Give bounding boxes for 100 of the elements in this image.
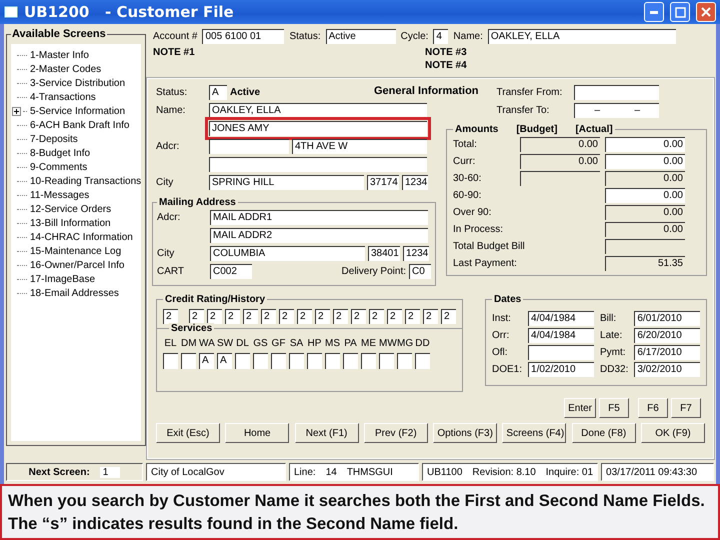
input-field[interactable]: [379, 353, 394, 369]
input-field[interactable]: 0.00: [605, 205, 685, 220]
input-field[interactable]: 2: [423, 309, 438, 324]
input-field[interactable]: A: [217, 353, 232, 369]
input-field[interactable]: 2: [351, 309, 366, 324]
input-field[interactable]: [235, 353, 250, 369]
input-field[interactable]: 6/17/2010: [634, 345, 700, 360]
action-button[interactable]: Home: [225, 423, 290, 443]
input-field[interactable]: [307, 353, 322, 369]
input-field[interactable]: 2: [387, 309, 402, 324]
input-field[interactable]: MAIL ADDR1: [210, 210, 428, 225]
input-field[interactable]: 0.00: [520, 137, 600, 152]
action-button[interactable]: Done (F8): [572, 423, 636, 443]
input-field[interactable]: OAKLEY, ELLA: [488, 28, 676, 44]
input-field[interactable]: 4/04/1984: [528, 311, 594, 326]
input-field[interactable]: 1234: [402, 175, 428, 190]
tree-item[interactable]: 11-Messages: [30, 190, 90, 200]
input-field[interactable]: [415, 353, 430, 369]
input-field[interactable]: COLUMBIA: [210, 246, 365, 261]
input-field[interactable]: 38401: [368, 246, 400, 261]
input-field[interactable]: [209, 139, 289, 154]
tree-item[interactable]: 1-Master Info: [30, 50, 89, 60]
input-field[interactable]: C0: [409, 264, 431, 279]
input-field[interactable]: [528, 345, 594, 360]
action-button[interactable]: Options (F3): [433, 423, 498, 443]
input-field[interactable]: [181, 353, 196, 369]
input-field[interactable]: [397, 353, 412, 369]
input-field[interactable]: A: [199, 353, 214, 369]
input-field[interactable]: 1/02/2010: [528, 362, 594, 377]
tree-item[interactable]: 15-Maintenance Log: [30, 246, 122, 256]
tree-item[interactable]: 10-Reading Transactions: [30, 176, 142, 186]
input-field[interactable]: [163, 353, 178, 369]
action-button[interactable]: OK (F9): [640, 423, 705, 443]
function-key[interactable]: F7: [671, 398, 701, 418]
input-field[interactable]: 2: [297, 309, 312, 324]
input-field[interactable]: 0.00: [605, 154, 685, 169]
input-field[interactable]: 2: [279, 309, 294, 324]
input-field[interactable]: A: [209, 85, 227, 100]
input-field[interactable]: 37174: [367, 175, 399, 190]
input-field[interactable]: 2: [369, 309, 384, 324]
action-button[interactable]: Prev (F2): [364, 423, 428, 443]
input-field[interactable]: 1234: [403, 246, 429, 261]
function-key[interactable]: F5: [599, 398, 629, 418]
input-field[interactable]: 2: [405, 309, 420, 324]
input-field[interactable]: [253, 353, 268, 369]
tree-item[interactable]: 3-Service Distribution: [30, 78, 126, 88]
maximize-button[interactable]: [670, 2, 690, 22]
tree-item[interactable]: 17-ImageBase: [30, 274, 96, 284]
input-field[interactable]: OAKLEY, ELLA: [209, 103, 427, 118]
input-field[interactable]: Active: [326, 28, 396, 44]
tree-item[interactable]: 8-Budget Info: [30, 148, 90, 158]
input-field[interactable]: 6/20/2010: [634, 328, 700, 343]
input-field[interactable]: 4TH AVE W: [292, 139, 427, 154]
input-field[interactable]: 2: [207, 309, 222, 324]
input-field[interactable]: [271, 353, 286, 369]
input-field[interactable]: 2: [261, 309, 276, 324]
input-field[interactable]: 2: [243, 309, 258, 324]
input-field[interactable]: [574, 85, 660, 100]
input-field[interactable]: [343, 353, 358, 369]
input-field[interactable]: 51.35: [605, 256, 685, 271]
tree-item[interactable]: 13-Bill Information: [30, 218, 111, 228]
input-field[interactable]: [209, 157, 427, 172]
tree-item[interactable]: 6-ACH Bank Draft Info: [30, 120, 130, 130]
input-field[interactable]: 2: [333, 309, 348, 324]
tree-item[interactable]: 2-Master Codes: [30, 64, 102, 74]
input-field[interactable]: 2: [163, 309, 178, 324]
input-field[interactable]: – –: [574, 103, 660, 118]
tree-item[interactable]: 14-CHRAC Information: [30, 232, 133, 242]
input-field[interactable]: [325, 353, 340, 369]
input-field[interactable]: [289, 353, 304, 369]
function-key[interactable]: F6: [638, 398, 668, 418]
tree-item[interactable]: 4-Transactions: [30, 92, 96, 102]
close-button[interactable]: [696, 2, 716, 22]
action-button[interactable]: Next (F1): [294, 423, 359, 443]
tree-item[interactable]: 12-Service Orders: [30, 204, 112, 214]
tree-item[interactable]: 7-Deposits: [30, 134, 78, 144]
tree-item[interactable]: 9-Comments: [30, 162, 88, 172]
input-field[interactable]: 0.00: [605, 171, 685, 186]
input-field[interactable]: 0.00: [605, 188, 685, 203]
input-field[interactable]: SPRING HILL: [209, 175, 364, 190]
action-button[interactable]: Exit (Esc): [156, 423, 220, 443]
tree-item[interactable]: 18-Email Addresses: [30, 288, 119, 298]
input-field[interactable]: 2: [225, 309, 240, 324]
input-field[interactable]: 4: [433, 28, 448, 44]
action-button[interactable]: Screens (F4): [502, 423, 566, 443]
input-field[interactable]: 2: [315, 309, 330, 324]
input-field[interactable]: 3/02/2010: [634, 362, 700, 377]
input-field[interactable]: 2: [441, 309, 456, 324]
input-field[interactable]: 005 6100 01: [202, 28, 284, 44]
input-field[interactable]: [605, 239, 685, 254]
input-field[interactable]: MAIL ADDR2: [210, 228, 428, 243]
input-field[interactable]: 0.00: [605, 137, 685, 152]
input-field[interactable]: 2: [189, 309, 204, 324]
input-field[interactable]: 4/04/1984: [528, 328, 594, 343]
expand-icon[interactable]: [12, 106, 21, 116]
input-field[interactable]: [361, 353, 376, 369]
input-field[interactable]: C002: [210, 264, 252, 279]
tree-item[interactable]: 16-Owner/Parcel Info: [30, 260, 124, 270]
function-key[interactable]: Enter: [564, 398, 596, 418]
input-field[interactable]: 1: [100, 466, 120, 478]
